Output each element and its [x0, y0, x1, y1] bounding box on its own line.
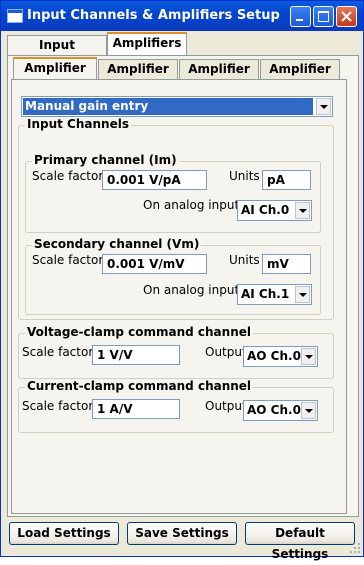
vclamp-scale-field[interactable]: 1 V/V — [92, 345, 180, 365]
vclamp-output-dropdown[interactable]: AO Ch.0 — [243, 346, 318, 367]
iclamp-output-dropdown[interactable]: AO Ch.0 — [243, 400, 318, 421]
primary-analog-label: On analog input — [143, 198, 240, 212]
save-settings-button[interactable]: Save Settings — [127, 522, 237, 545]
secondary-units-field[interactable]: mV — [262, 254, 311, 274]
dialog-window: Input Channels & Amplifiers Setup Input … — [0, 0, 364, 561]
iclamp-output-label: Output — [205, 399, 247, 413]
tab-amplifier-2[interactable]: Amplifier #2 — [98, 59, 178, 95]
primary-units-field[interactable]: pA — [262, 170, 311, 190]
tab-amplifier-3[interactable]: Amplifier #3 — [179, 59, 259, 95]
secondary-channel-label: Secondary channel (Vm) — [32, 237, 202, 251]
window-title: Input Channels & Amplifiers Setup — [27, 8, 280, 23]
default-settings-button[interactable]: Default Settings — [245, 522, 355, 561]
amplifier-1-panel: Manual gain entry Input Channels Primary… — [11, 79, 347, 514]
chevron-down-icon[interactable] — [301, 348, 316, 365]
input-channels-group: Input Channels Primary channel (Im) Scal… — [18, 117, 334, 320]
voltage-clamp-label: Voltage-clamp command channel — [25, 325, 253, 339]
secondary-scale-label: Scale factor — [32, 253, 104, 267]
tab-amplifier-4[interactable]: Amplifier #4 — [260, 59, 340, 95]
current-clamp-label: Current-clamp command channel — [25, 379, 254, 393]
secondary-scale-field[interactable]: 0.001 V/mV — [102, 254, 207, 274]
title-bar[interactable]: Input Channels & Amplifiers Setup — [1, 1, 363, 31]
vclamp-output-label: Output — [205, 345, 247, 359]
gain-mode-dropdown[interactable]: Manual gain entry — [21, 96, 333, 117]
primary-units-label: Units — [229, 169, 260, 183]
load-settings-button[interactable]: Load Settings — [9, 522, 119, 545]
secondary-analog-label: On analog input — [143, 283, 240, 297]
chevron-down-icon[interactable] — [316, 98, 331, 115]
voltage-clamp-group: Voltage-clamp command channel Scale fact… — [18, 325, 334, 379]
chevron-down-icon[interactable] — [301, 402, 316, 419]
iclamp-scale-label: Scale factor — [22, 399, 94, 413]
tab-input-channels[interactable]: Input Channels — [7, 35, 107, 71]
primary-analog-dropdown[interactable]: AI Ch.0 — [237, 200, 312, 221]
primary-scale-field[interactable]: 0.001 V/pA — [102, 170, 207, 190]
primary-channel-label: Primary channel (Im) — [32, 153, 179, 167]
close-button[interactable] — [336, 6, 357, 27]
vclamp-scale-label: Scale factor — [22, 345, 94, 359]
resize-grip-icon[interactable] — [349, 542, 361, 554]
maximize-button[interactable] — [313, 6, 334, 27]
tab-amplifier-1[interactable]: Amplifier #1 — [13, 57, 97, 94]
secondary-analog-dropdown[interactable]: AI Ch.1 — [237, 284, 312, 305]
secondary-channel-group: Secondary channel (Vm) Scale factor 0.00… — [25, 237, 321, 315]
window-icon — [7, 9, 23, 23]
amplifiers-panel: Amplifier #1 Amplifier #2 Amplifier #3 A… — [7, 55, 359, 517]
primary-scale-label: Scale factor — [32, 169, 104, 183]
close-icon — [341, 11, 352, 22]
secondary-units-label: Units — [229, 253, 260, 267]
input-channels-label: Input Channels — [25, 117, 131, 131]
chevron-down-icon[interactable] — [295, 202, 310, 219]
gain-mode-value: Manual gain entry — [23, 98, 313, 115]
current-clamp-group: Current-clamp command channel Scale fact… — [18, 379, 334, 433]
minimize-button[interactable] — [290, 6, 311, 27]
primary-channel-group: Primary channel (Im) Scale factor 0.001 … — [25, 153, 321, 233]
chevron-down-icon[interactable] — [295, 286, 310, 303]
iclamp-scale-field[interactable]: 1 A/V — [92, 399, 180, 419]
minimize-icon — [296, 19, 303, 21]
maximize-icon — [318, 11, 329, 22]
tab-amplifiers[interactable]: Amplifiers — [107, 32, 187, 56]
